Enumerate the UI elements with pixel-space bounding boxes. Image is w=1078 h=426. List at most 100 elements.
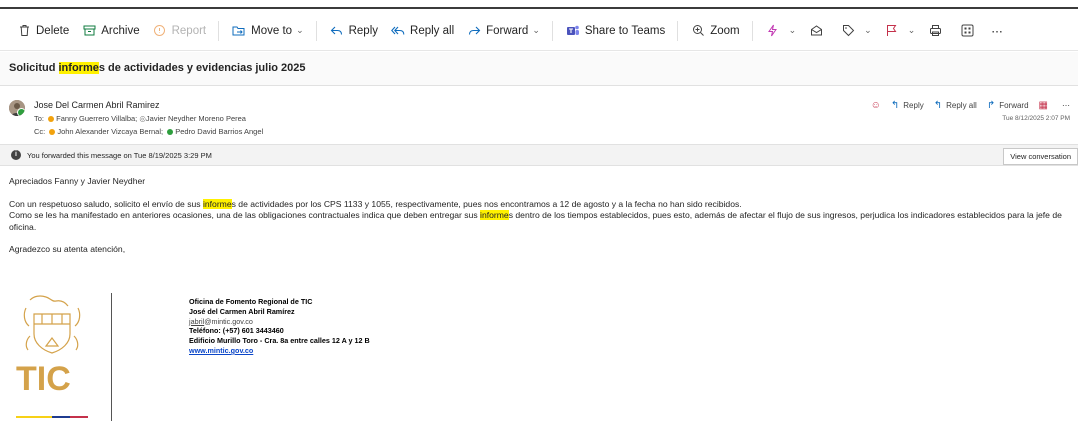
archive-icon — [81, 23, 97, 39]
more-icon: ⋯ — [1062, 101, 1070, 110]
header-forward-label: Forward — [999, 101, 1029, 110]
sender-name[interactable]: Jose Del Carmen Abril Ramirez — [34, 100, 160, 110]
recipient-pedro[interactable]: Pedro David Barrios Angel — [175, 127, 263, 136]
recipient-fanny[interactable]: Fanny Guerrero Villalba; — [56, 114, 137, 123]
flag-button[interactable]: ⌄ — [878, 17, 922, 45]
toolbar-divider — [751, 20, 753, 41]
paragraph-2-text-start: Como se les ha manifestado en anteriores… — [9, 210, 481, 220]
chevron-down-icon: ⌄ — [788, 25, 797, 35]
signature-phone: Teléfono: (+57) 601 3443460 — [189, 326, 284, 336]
message-subject: Solicitud informes de actividades y evid… — [0, 52, 1078, 86]
header-reply-label: Reply — [903, 101, 924, 110]
forward-label: Forward — [486, 24, 529, 37]
paragraph-1-text-end: s de actividades por los CPS 1133 y 1055… — [231, 198, 742, 209]
report-button[interactable]: Report — [146, 17, 213, 45]
apps-grid-icon — [959, 23, 975, 39]
forward-button[interactable]: Forward ⌄ — [460, 17, 546, 45]
presence-away-dot — [48, 116, 55, 123]
signature-divider — [111, 293, 112, 421]
shield-icon — [152, 23, 168, 39]
recipient-javier[interactable]: Javier Neydher Moreno Perea — [146, 114, 246, 123]
toolbar-divider — [677, 20, 679, 41]
paragraph-1-text-start: Con un respetuoso saludo, solicito el en… — [9, 198, 203, 209]
chevron-down-icon: ⌄ — [864, 25, 872, 35]
greeting: Apreciados Fanny y Javier Neydher — [9, 176, 146, 186]
zoom-label: Zoom — [710, 24, 740, 37]
mark-read-button[interactable] — [802, 17, 834, 45]
presence-available-dot — [17, 108, 25, 116]
reply-icon: ↰ — [890, 100, 900, 111]
sender-avatar[interactable] — [9, 100, 25, 116]
signature-email[interactable]: jabril@mintic.gov.co — [189, 317, 370, 327]
mintic-logo: TIC — [12, 292, 92, 421]
subject-text-end: s de actividades y evidencias julio 2025 — [98, 62, 306, 74]
react-emoji-icon[interactable]: ☺ — [871, 100, 881, 111]
reply-button[interactable]: Reply — [323, 17, 384, 45]
print-button[interactable] — [921, 17, 953, 45]
zoom-button[interactable]: Zoom — [684, 17, 745, 45]
header-calendar-button[interactable]: ▦ — [1039, 100, 1052, 111]
more-icon: ⋯ — [991, 25, 1003, 38]
header-reply-all-label: Reply all — [946, 101, 977, 110]
to-label: To: — [34, 114, 45, 123]
message-actions: ☺ ↰ Reply ↰ Reply all ↱ Forward ▦ ⋯ — [871, 100, 1070, 111]
teams-icon — [565, 23, 581, 39]
reply-all-label: Reply all — [410, 24, 455, 37]
header-forward-button[interactable]: ↱ Forward — [987, 100, 1029, 111]
message-date: Tue 8/12/2025 2:07 PM — [1002, 115, 1070, 122]
forward-icon — [466, 23, 482, 39]
reply-all-icon: ↰ — [933, 100, 943, 111]
body-paragraph-1: Con un respetuoso saludo, solicito el en… — [9, 198, 1069, 211]
to-recipients: To: Fanny Guerrero Villalba; ◎Javier Ney… — [34, 114, 246, 123]
message-toolbar: Delete Archive Report Move to ⌄ Reply Re… — [0, 11, 1078, 51]
toolbar-divider — [218, 20, 220, 41]
archive-button[interactable]: Archive — [75, 17, 145, 45]
move-to-label: Move to — [251, 24, 293, 37]
search-highlight: informe — [202, 198, 232, 209]
window-top-border — [0, 0, 1078, 9]
view-conversation-button[interactable]: View conversation — [1003, 148, 1078, 165]
lightning-icon — [765, 23, 781, 39]
quick-steps-button[interactable]: ⌄ — [759, 17, 803, 45]
search-highlight: informe — [480, 210, 509, 220]
apps-button[interactable] — [953, 17, 985, 45]
archive-label: Archive — [101, 24, 140, 37]
toolbar-divider — [551, 20, 553, 41]
chevron-down-icon: ⌄ — [532, 25, 540, 35]
message-body: Apreciados Fanny y Javier Neydher Con un… — [9, 176, 1069, 256]
presence-away-dot — [49, 129, 56, 136]
more-actions-button[interactable]: ⋯ — [985, 17, 1009, 45]
calendar-icon: ▦ — [1038, 100, 1048, 111]
zoom-icon — [690, 23, 706, 39]
chevron-down-icon: ⌄ — [296, 25, 304, 35]
signature-website-link[interactable]: www.mintic.gov.co — [189, 346, 370, 356]
forwarded-info-bar: i You forwarded this message on Tue 8/19… — [0, 144, 1078, 166]
envelope-open-icon — [808, 23, 824, 39]
email-user: jabril — [189, 316, 205, 326]
presence-available-dot — [167, 129, 174, 136]
reply-all-button[interactable]: Reply all — [384, 17, 460, 45]
info-icon: i — [11, 150, 21, 160]
folder-move-icon — [231, 23, 247, 39]
signature-office: Oficina de Fomento Regional de TIC — [189, 297, 313, 306]
email-signature: Oficina de Fomento Regional de TIC José … — [189, 297, 370, 356]
cc-label: Cc: — [34, 127, 46, 136]
share-to-teams-label: Share to Teams — [584, 24, 666, 37]
header-reply-button[interactable]: ↰ Reply — [891, 100, 924, 111]
share-to-teams-button[interactable]: Share to Teams — [559, 17, 671, 45]
delete-button[interactable]: Delete — [10, 17, 75, 45]
forwarded-info-text: You forwarded this message on Tue 8/19/2… — [27, 151, 212, 160]
move-to-button[interactable]: Move to ⌄ — [225, 17, 309, 45]
reply-all-icon — [390, 23, 406, 39]
recipient-john[interactable]: John Alexander Vizcaya Bernal; — [57, 127, 163, 136]
signature-address: Edificio Murillo Toro - Cra. 8a entre ca… — [189, 336, 370, 346]
header-reply-all-button[interactable]: ↰ Reply all — [934, 100, 977, 111]
subject-search-highlight: informe — [58, 62, 99, 74]
forward-icon: ↱ — [986, 100, 996, 111]
header-more-button[interactable]: ⋯ — [1062, 101, 1070, 110]
categorize-button[interactable]: ⌄ — [834, 17, 878, 45]
body-paragraph-2: Como se les ha manifestado en anteriores… — [9, 210, 1069, 233]
subject-text-start: Solicitud — [9, 62, 59, 74]
message-header: Jose Del Carmen Abril Ramirez To: Fanny … — [0, 88, 1078, 144]
signature-name: José del Carmen Abril Ramírez — [189, 306, 295, 316]
